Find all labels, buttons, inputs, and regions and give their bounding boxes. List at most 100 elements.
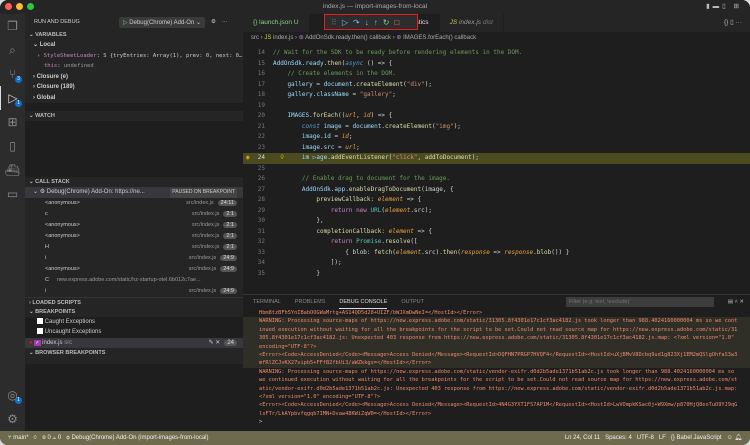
window-title: index.js — import-images-from-local bbox=[322, 3, 428, 10]
code-line[interactable]: 29 return new URL(element .src); bbox=[243, 206, 750, 217]
variables-header[interactable]: ⌄ VARIABLES bbox=[25, 30, 243, 40]
settings-gear-icon[interactable]: ⚙ bbox=[0, 407, 25, 431]
variable-row[interactable]: › StyleSheetLoader: S {tryEntries: Array… bbox=[25, 51, 243, 62]
breakpoint-paused-icon[interactable]: ◉ bbox=[246, 153, 250, 164]
stack-frame[interactable]: <anonymous> src/index.js 2:1 bbox=[25, 220, 243, 231]
feedback-icon[interactable]: ☺ bbox=[727, 435, 733, 441]
title-bar: index.js — import-images-from-local ▮▬▯ … bbox=[0, 0, 750, 14]
step-over-icon[interactable]: ↷ bbox=[353, 18, 360, 27]
scope-closure-e[interactable]: › Closure (e) bbox=[25, 72, 243, 83]
console-filter-input[interactable] bbox=[565, 297, 714, 307]
code-line[interactable]: 15 AddOnSdk. ready. then(async () => { bbox=[243, 59, 750, 70]
browser-breakpoints-header[interactable]: ⌄ BROWSER BREAKPOINTS bbox=[25, 348, 243, 358]
uncaught-exceptions-checkbox[interactable]: Uncaught Exceptions bbox=[25, 327, 243, 338]
extensions-icon[interactable]: ⊞ bbox=[0, 110, 25, 134]
code-line[interactable]: 30 }, bbox=[243, 216, 750, 227]
stack-frame[interactable]: <anonymous> src/index.js 24:9 bbox=[25, 264, 243, 275]
step-into-icon[interactable]: ↓ bbox=[365, 18, 369, 27]
code-line[interactable]: 26 // Enable drag to document for the im… bbox=[243, 174, 750, 185]
scope-local[interactable]: ⌄ Local bbox=[25, 40, 243, 51]
code-line[interactable]: 21 const image = document. createElement(… bbox=[243, 122, 750, 133]
code-line[interactable]: 22 image. id = id; bbox=[243, 132, 750, 143]
tab-problems[interactable]: PROBLEMS bbox=[295, 295, 326, 309]
breakpoint-index-js[interactable]: ● ✓ index.js src ✎ ✕ 24 bbox=[25, 337, 243, 348]
notifications-icon[interactable]: 🔔︎ bbox=[734, 435, 742, 441]
code-line[interactable]: 31 completionCallback: element => { bbox=[243, 227, 750, 238]
code-line[interactable]: 16 // Create elements in the DOM. bbox=[243, 69, 750, 80]
stack-frame[interactable]: i src/index.js 24:9 bbox=[25, 253, 243, 264]
loaded-scripts-header[interactable]: › LOADED SCRIPTS bbox=[25, 296, 243, 307]
stack-frame[interactable]: Hsrc/index.js 2:1 bbox=[25, 242, 243, 253]
remote-explorer-icon[interactable]: ▭ bbox=[0, 182, 25, 206]
lightbulb-icon[interactable]: 💡︎ bbox=[280, 153, 284, 164]
step-out-icon[interactable]: ↑ bbox=[374, 18, 378, 27]
language-mode[interactable]: Babel JavaScript bbox=[677, 435, 722, 441]
code-line[interactable]: 19 bbox=[243, 101, 750, 112]
stop-icon[interactable]: □ bbox=[394, 18, 399, 27]
code-line[interactable]: 27 AddOnSdk. app. enableDragToDocument (ima… bbox=[243, 185, 750, 196]
scope-closure-189[interactable]: › Closure (189) bbox=[25, 82, 243, 93]
tab-index-js-dist[interactable]: JS index.js dist bbox=[440, 14, 504, 32]
stack-frame[interactable]: c src/index.js 2:1 bbox=[25, 209, 243, 220]
scope-global[interactable]: › Global bbox=[25, 93, 243, 104]
debug-session[interactable]: ⌄ ⚙ Debug(Chrome) Add-On: https://ne... P… bbox=[25, 187, 243, 198]
testing-icon[interactable]: ▯ bbox=[0, 134, 25, 158]
remove-breakpoint-icon[interactable]: ✕ bbox=[215, 340, 220, 346]
docker-icon[interactable]: ⛴ bbox=[0, 158, 25, 182]
minimize-button[interactable] bbox=[16, 3, 23, 10]
tab-debug-console[interactable]: DEBUG CONSOLE bbox=[339, 295, 388, 309]
code-line[interactable]: 17 gallery = document. createElement("div… bbox=[243, 80, 750, 91]
stack-frame[interactable]: <anonymous> src/index.js 24:11 bbox=[25, 198, 243, 209]
encoding[interactable]: UTF-8 bbox=[637, 435, 654, 441]
code-line[interactable]: ◉ 24 💡︎ im ▷age. addEventListener("click", … bbox=[243, 153, 750, 164]
watch-header[interactable]: ⌄ WATCH bbox=[25, 111, 243, 121]
line-ending[interactable]: LF bbox=[659, 435, 666, 441]
search-icon[interactable]: ⌕ bbox=[0, 38, 25, 62]
code-line[interactable]: 14// Wait for the SDK to be ready before… bbox=[243, 48, 750, 59]
branch-indicator[interactable]: ⑂ main* bbox=[8, 435, 29, 441]
breakpoints-header[interactable]: ⌄ BREAKPOINTS bbox=[25, 307, 243, 317]
layout-icons[interactable]: ▮▬▯ ⊞ bbox=[706, 0, 742, 14]
code-line[interactable]: 28 previewCallback: element => { bbox=[243, 195, 750, 206]
code-editor[interactable]: 14// Wait for the SDK to be ready before… bbox=[243, 42, 750, 279]
tab-terminal[interactable]: TERMINAL bbox=[253, 295, 281, 309]
continue-icon[interactable]: ▷ bbox=[342, 18, 348, 27]
indentation[interactable]: Spaces: 4 bbox=[605, 435, 632, 441]
account-icon[interactable]: ◎ 1 bbox=[0, 383, 25, 407]
explorer-icon[interactable]: ❐ bbox=[0, 14, 25, 38]
code-line[interactable]: 23 image. src = url; bbox=[243, 143, 750, 154]
more-icon[interactable]: ··· bbox=[222, 19, 228, 25]
source-control-icon[interactable]: ⑂ 3 bbox=[0, 62, 25, 86]
code-line[interactable]: 35 } bbox=[243, 269, 750, 280]
tab-launch-json[interactable]: {} launch.json U bbox=[243, 14, 310, 32]
run-debug-icon[interactable]: ▷ 1 bbox=[0, 86, 25, 110]
code-line[interactable]: 20 IMAGES. forEach((url, id) => { bbox=[243, 111, 750, 122]
settings-icon[interactable]: ⚙ bbox=[211, 19, 216, 25]
cursor-position[interactable]: Ln 24, Col 11 bbox=[565, 435, 600, 441]
restart-icon[interactable]: ↻ bbox=[383, 18, 390, 27]
call-stack-header[interactable]: ⌄ CALL STACK bbox=[25, 177, 243, 187]
editor-actions[interactable]: {} ▯ ··· bbox=[724, 14, 750, 32]
problems-indicator[interactable]: ⊗ 0 ⚠ 0 bbox=[42, 435, 61, 441]
maximize-button[interactable] bbox=[27, 3, 34, 10]
code-line[interactable]: 32 return Promise. resolve([ bbox=[243, 237, 750, 248]
code-line[interactable]: 34 ]); bbox=[243, 258, 750, 269]
variable-row[interactable]: this: undefined bbox=[25, 61, 243, 72]
code-line[interactable]: 25 bbox=[243, 164, 750, 175]
tab-output[interactable]: OUTPUT bbox=[401, 295, 424, 309]
sync-icon[interactable]: ⟳ bbox=[34, 435, 38, 441]
status-bar: ⑂ main* ⟳ ⊗ 0 ⚠ 0 ⚙ Debug(Chrome) Add-On… bbox=[0, 431, 750, 445]
code-line[interactable]: 33 { blob: fetch(element .src). then(respo… bbox=[243, 248, 750, 259]
drag-handle-icon[interactable]: ⠿ bbox=[331, 18, 337, 27]
stack-frame[interactable]: i src/index.js 24:9 bbox=[25, 286, 243, 297]
caught-exceptions-checkbox[interactable]: Caught Exceptions bbox=[25, 316, 243, 327]
edit-breakpoint-icon[interactable]: ✎ bbox=[209, 340, 214, 346]
stack-frame[interactable]: <anonymous> src/index.js 2:1 bbox=[25, 231, 243, 242]
debug-config-select[interactable]: ▷ Debug(Chrome) Add-On ⌄ bbox=[119, 16, 206, 28]
debug-status[interactable]: ⚙ Debug(Chrome) Add-On (import-images-fr… bbox=[66, 435, 208, 441]
panel-actions[interactable]: ▤ ˄ ✕ bbox=[728, 295, 750, 309]
close-window-button[interactable] bbox=[5, 3, 12, 10]
stack-frame[interactable]: Cnew.express.adobe.com/static/hz-startup… bbox=[25, 275, 243, 286]
code-line[interactable]: 18 gallery. className = "gallery"; bbox=[243, 90, 750, 101]
console-input[interactable]: > bbox=[243, 418, 750, 426]
